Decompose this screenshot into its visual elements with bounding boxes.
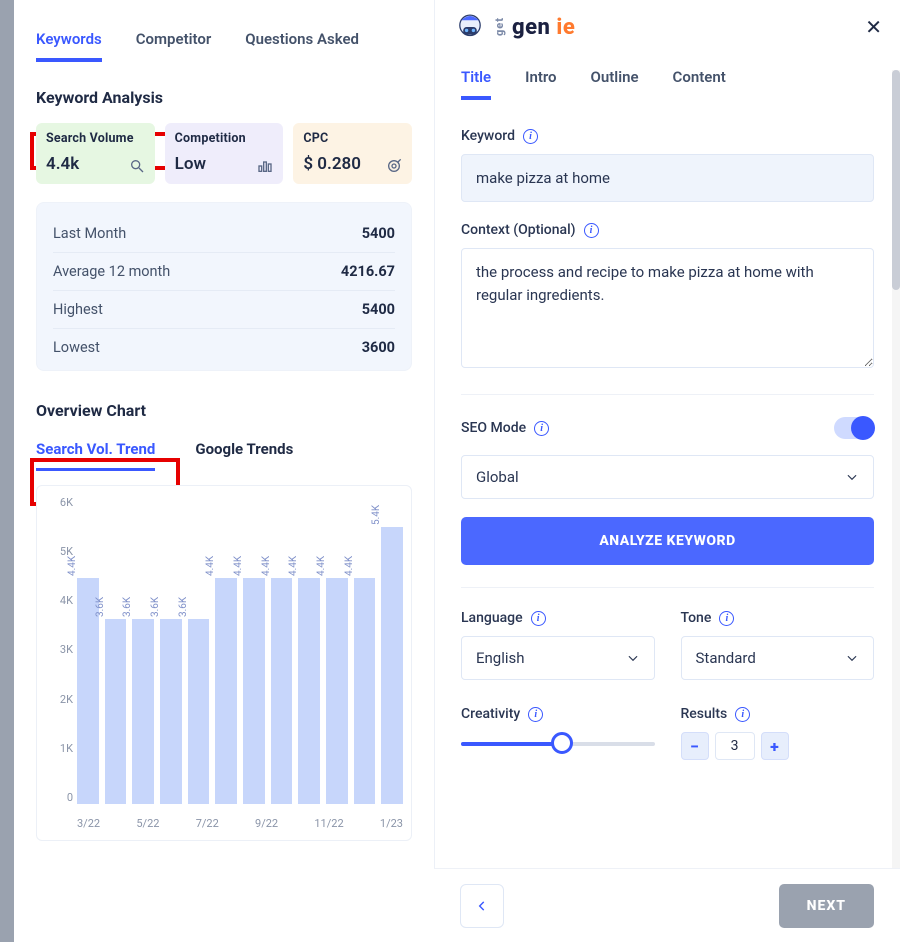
close-button[interactable]: ✕: [865, 15, 882, 39]
left-panel: Keywords Competitor Questions Asked Keyw…: [14, 0, 434, 942]
stat-row: Last Month5400: [53, 215, 395, 253]
tab-content[interactable]: Content: [673, 68, 726, 100]
target-icon: [386, 158, 402, 174]
info-icon[interactable]: i: [584, 223, 599, 238]
info-icon[interactable]: i: [523, 129, 538, 144]
keyword-analysis-title: Keyword Analysis: [36, 88, 163, 107]
tab-outline[interactable]: Outline: [591, 68, 639, 100]
card-competition: Competition Low: [165, 123, 284, 184]
brand-sub: get: [493, 17, 506, 36]
chart-bar: 4.4K: [326, 578, 348, 804]
results-label: Results: [681, 706, 728, 722]
info-icon[interactable]: i: [531, 611, 546, 626]
brand-logo: get genie: [453, 10, 575, 44]
results-value[interactable]: 3: [715, 732, 755, 760]
tab-title[interactable]: Title: [461, 68, 491, 100]
seo-mode-toggle[interactable]: [834, 417, 874, 439]
tab-questions[interactable]: Questions Asked: [245, 30, 359, 62]
overview-chart-title: Overview Chart: [36, 401, 434, 420]
language-label: Language: [461, 610, 523, 626]
chart-bar: 4.4K: [298, 578, 320, 804]
genie-mascot-icon: [453, 10, 487, 44]
next-button[interactable]: NEXT: [779, 884, 874, 928]
info-icon[interactable]: i: [719, 611, 734, 626]
chart-bar: 3.6K: [132, 619, 154, 804]
context-label: Context (Optional): [461, 222, 576, 238]
scrollbar-thumb[interactable]: [892, 70, 900, 290]
chart-bar: 3.6K: [160, 619, 182, 804]
tab-keywords[interactable]: Keywords: [36, 30, 102, 62]
results-plus-button[interactable]: +: [761, 732, 789, 760]
footer: NEXT: [434, 868, 900, 942]
chart-bar: 5.4K: [381, 527, 403, 804]
search-icon: [129, 158, 145, 174]
chart-y-axis: 6K5K4K3K2K1K0: [43, 496, 73, 804]
region-select[interactable]: Global: [461, 455, 874, 499]
subtab-google-trends[interactable]: Google Trends: [195, 440, 293, 471]
tab-intro[interactable]: Intro: [525, 68, 556, 100]
stat-row: Highest5400: [53, 291, 395, 329]
chevron-left-icon: [475, 899, 489, 913]
chart-bar: 4.4K: [271, 578, 293, 804]
info-icon[interactable]: i: [735, 707, 750, 722]
stat-row: Average 12 month4216.67: [53, 253, 395, 291]
chart: 6K5K4K3K2K1K0 4.4K3.6K3.6K3.6K3.6K4.4K4.…: [36, 485, 412, 841]
metric-cards: Search Volume 4.4k Competition Low CPC $…: [14, 107, 434, 184]
back-button[interactable]: [460, 884, 504, 928]
left-gutter: [0, 0, 14, 942]
chart-bar: 4.4K: [243, 578, 265, 804]
keyword-input[interactable]: [461, 154, 874, 202]
creativity-label: Creativity: [461, 706, 520, 722]
results-minus-button[interactable]: −: [681, 732, 709, 760]
chart-plot: 4.4K3.6K3.6K3.6K3.6K4.4K4.4K4.4K4.4K4.4K…: [77, 496, 403, 804]
analyze-keyword-button[interactable]: ANALYZE KEYWORD: [461, 517, 874, 565]
creativity-slider[interactable]: [461, 732, 655, 756]
region-value: Global: [476, 468, 519, 486]
seo-mode-label: SEO Mode: [461, 420, 526, 436]
stats-box: Last Month5400Average 12 month4216.67Hig…: [36, 202, 412, 371]
chart-x-axis: 3/225/227/229/2211/221/23: [77, 817, 403, 830]
context-input[interactable]: [461, 248, 874, 368]
tab-competitor[interactable]: Competitor: [136, 30, 212, 62]
stat-row: Lowest3600: [53, 329, 395, 366]
results-stepper: − 3 +: [681, 732, 875, 760]
chart-bar: 4.4K: [354, 578, 376, 804]
card-search-volume: Search Volume 4.4k: [36, 123, 155, 184]
chart-bar: 4.4K: [215, 578, 237, 804]
card-label: Search Volume: [46, 131, 145, 146]
chevron-down-icon: [845, 470, 859, 484]
card-cpc: CPC $ 0.280: [293, 123, 412, 184]
tone-select[interactable]: Standard: [681, 636, 875, 680]
chart-bar: 3.6K: [105, 619, 127, 804]
chevron-down-icon: [845, 651, 859, 665]
chart-bar: 3.6K: [188, 619, 210, 804]
card-label: CPC: [303, 131, 402, 146]
card-label: Competition: [175, 131, 274, 146]
language-select[interactable]: English: [461, 636, 655, 680]
subtab-search-vol-trend[interactable]: Search Vol. Trend: [36, 440, 155, 471]
left-tabs: Keywords Competitor Questions Asked: [14, 0, 434, 70]
chevron-down-icon: [626, 651, 640, 665]
right-panel: get genie ✕ Title Intro Outline Content …: [434, 0, 900, 942]
tone-label: Tone: [681, 610, 712, 626]
info-icon[interactable]: i: [534, 421, 549, 436]
bars-icon: [257, 158, 273, 174]
keyword-label: Keyword: [461, 128, 515, 144]
info-icon[interactable]: i: [528, 707, 543, 722]
